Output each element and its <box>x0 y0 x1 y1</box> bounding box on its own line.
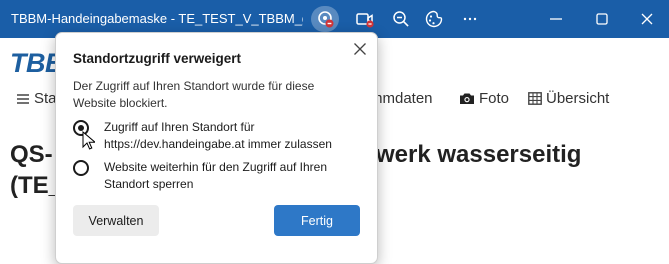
minimize-icon <box>550 18 562 20</box>
nav-item-uebersicht[interactable]: Übersicht <box>528 90 609 107</box>
window-title: TBBM-Handeingabemaske - TE_TEST_V_TBBM_g… <box>11 11 303 26</box>
option-allow-label: Zugriff auf Ihren Standort für https://d… <box>104 120 332 151</box>
nav-item-stammdaten-right[interactable]: mmdaten <box>370 90 433 107</box>
location-blocked-button[interactable] <box>311 6 339 32</box>
table-icon <box>528 92 542 105</box>
done-button[interactable]: Fertig <box>274 205 360 236</box>
close-window-button[interactable] <box>638 10 656 28</box>
nav-item-label: Foto <box>479 90 510 107</box>
maximize-icon <box>596 13 608 25</box>
nav-item-label: mmdaten <box>370 90 433 107</box>
popup-close-button[interactable] <box>353 42 367 56</box>
zoom-out-button[interactable] <box>391 9 411 29</box>
popup-description: Der Zugriff auf Ihren Standort wurde für… <box>73 79 315 110</box>
nav-item-label: Übersicht <box>546 90 610 107</box>
page-heading-left: QS- <box>10 141 53 168</box>
extensions-button[interactable] <box>424 9 444 29</box>
zoom-out-icon <box>393 11 409 27</box>
popup-title: Standortzugriff verweigert <box>73 51 242 66</box>
list-icon <box>17 94 29 104</box>
option-block-label: Website weiterhin für den Zugriff auf Ih… <box>104 160 328 191</box>
nav-item-foto[interactable]: Foto <box>459 90 509 107</box>
extensions-icon <box>425 10 443 28</box>
location-blocked-icon <box>318 11 334 28</box>
camera-blocked-icon <box>356 13 374 28</box>
radio-block[interactable] <box>73 160 89 176</box>
camera-blocked-button[interactable] <box>355 9 375 29</box>
more-icon-button[interactable] <box>461 10 479 28</box>
location-permission-popup: Standortzugriff verweigert Der Zugriff a… <box>55 32 378 264</box>
nav-item-stammdaten[interactable]: Sta <box>16 90 57 107</box>
mouse-cursor-icon <box>82 131 95 150</box>
page-heading-right: werk wasserseitig <box>376 141 582 168</box>
close-icon <box>354 43 366 55</box>
manage-button[interactable]: Verwalten <box>73 205 159 236</box>
nav-item-label: Sta <box>34 90 57 107</box>
maximize-button[interactable] <box>593 10 611 28</box>
close-icon <box>641 13 653 25</box>
minimize-button[interactable] <box>547 10 565 28</box>
camera-icon <box>460 93 474 104</box>
more-icon <box>463 17 477 21</box>
